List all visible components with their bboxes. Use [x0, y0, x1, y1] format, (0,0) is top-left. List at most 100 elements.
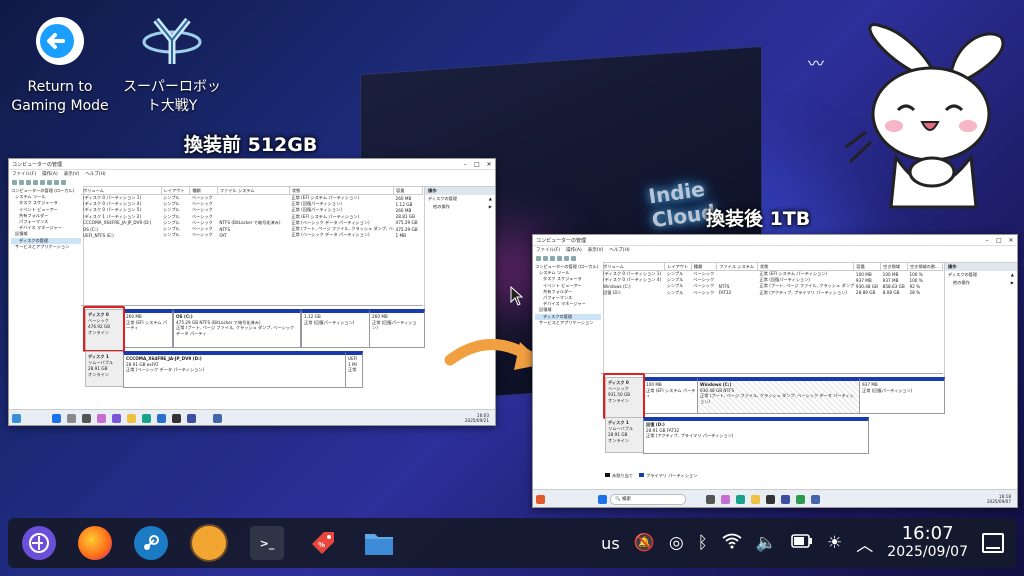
- settings-icon[interactable]: [61, 179, 66, 185]
- column-header[interactable]: ファイル システム: [716, 263, 759, 271]
- partition[interactable]: 1.12 GB 正常 (回復パーティション): [301, 309, 371, 348]
- column-header[interactable]: 状態: [757, 263, 855, 271]
- search-icon[interactable]: [67, 413, 76, 423]
- disk1-info[interactable]: ディスク 1 リムーバブル 28.91 GB オンライン: [85, 351, 125, 387]
- partition[interactable]: 260 MB 正常 (EFI システム パーティ: [123, 309, 173, 348]
- task-view-icon[interactable]: [82, 413, 91, 423]
- discount-tag-icon[interactable]: %: [306, 526, 340, 560]
- forward-icon[interactable]: [19, 179, 24, 185]
- desktop-clock[interactable]: 16:07 2025/09/07: [887, 524, 968, 562]
- column-header[interactable]: レイアウト: [664, 263, 692, 271]
- table-row[interactable]: (ディスク 0 パーティション 1) シンプル ベーシック 正常 (EFI システム …: [601, 271, 943, 278]
- menu-help[interactable]: ヘルプ(H): [85, 171, 105, 177]
- file-manager-icon[interactable]: [362, 526, 396, 560]
- action-item[interactable]: ディスクの管理 ▲: [425, 195, 495, 203]
- partition[interactable]: 937 MB 正常 (回復パーティション): [859, 377, 945, 414]
- column-header[interactable]: 種類: [691, 263, 718, 271]
- partition-usb[interactable]: CCCOMA_X64FRE_JA-JP_DV9 (D:) 28.91 GB exF…: [123, 351, 347, 388]
- partition-os[interactable]: OS (C:) 475.29 GB NTFS (BitLocker で暗号化済み)…: [173, 309, 301, 348]
- action-item[interactable]: ディスクの管理 ▲: [945, 271, 1017, 279]
- column-header[interactable]: ファイル システム: [217, 187, 290, 195]
- column-header[interactable]: 種類: [189, 187, 218, 195]
- computer-management-icon[interactable]: [213, 413, 222, 423]
- windows-clock[interactable]: 16:03 2025/09/21: [465, 413, 495, 423]
- maximize-button[interactable]: □: [471, 161, 483, 168]
- explorer-icon[interactable]: [751, 494, 760, 504]
- table-row[interactable]: (ディスク 0 パーティション 1) シンプル ベーシック 正常 (EFI システム …: [81, 195, 423, 202]
- title-bar[interactable]: コンピューターの管理 – □ ✕: [533, 235, 1017, 246]
- forward-icon[interactable]: [543, 255, 548, 261]
- volume-icon[interactable]: 🔈: [756, 533, 777, 553]
- app-icon[interactable]: [172, 413, 181, 423]
- minimize-button[interactable]: –: [981, 237, 993, 244]
- app-icon[interactable]: [112, 413, 121, 423]
- wifi-icon[interactable]: [722, 533, 742, 554]
- partition[interactable]: 100 MB 正常 (EFI システム パーティ: [643, 377, 699, 414]
- column-header[interactable]: 容量: [393, 187, 423, 195]
- back-icon[interactable]: [536, 255, 541, 261]
- tree-item[interactable]: サービスとアプリケーション: [535, 320, 601, 326]
- bluetooth-icon[interactable]: ᛒ: [698, 533, 708, 553]
- notifications-off-icon[interactable]: 🔕: [634, 533, 655, 553]
- store-icon[interactable]: [157, 413, 166, 423]
- edge-icon[interactable]: [736, 494, 745, 504]
- battery-icon[interactable]: [791, 533, 813, 553]
- menu-action[interactable]: 操作(A): [42, 171, 58, 177]
- action-item[interactable]: 他の操作 ▶: [425, 203, 495, 211]
- close-button[interactable]: ✕: [483, 161, 495, 168]
- table-row[interactable]: UEFI_NTFS (E:) シンプル ベーシック FAT 正常 (ベーシック データ …: [81, 232, 423, 238]
- steam-icon[interactable]: [134, 526, 168, 560]
- copilot-icon[interactable]: [97, 413, 106, 423]
- help-icon[interactable]: [564, 255, 569, 261]
- menu-view[interactable]: 表示(V): [588, 247, 604, 253]
- edge-icon[interactable]: [142, 413, 151, 423]
- menu-action[interactable]: 操作(A): [566, 247, 582, 253]
- up-icon[interactable]: [550, 255, 555, 261]
- widgets-icon[interactable]: [12, 413, 21, 423]
- steam-tray-icon[interactable]: ◎: [669, 533, 684, 553]
- delete-icon[interactable]: [54, 179, 59, 185]
- search-box[interactable]: 🔍 検索: [610, 493, 686, 505]
- tree-item[interactable]: サービスとアプリケーション: [11, 244, 81, 250]
- title-bar[interactable]: コンピューターの管理 – □ ✕: [9, 159, 495, 170]
- partition-uefi[interactable]: UEFI 1 MI 正常: [345, 351, 363, 388]
- app-icon[interactable]: [187, 413, 196, 423]
- start-icon[interactable]: [52, 413, 61, 423]
- table-row[interactable]: 回復 (D:) シンプル ベーシック FAT32 正常 (アクティブ, プライマリ パー…: [601, 290, 943, 296]
- partition-recovery[interactable]: 回復 (D:) 28.91 GB FAT32 正常 (アクティブ, プライマリ パー…: [643, 417, 869, 454]
- app-icon[interactable]: [706, 494, 715, 504]
- partition-windows[interactable]: Windows (C:) 930.48 GB NTFS 正常 (ブート, ページ フ…: [697, 377, 861, 414]
- column-header[interactable]: 空き領域: [880, 263, 908, 271]
- steam-deck-icon[interactable]: [22, 526, 56, 560]
- app-icon[interactable]: [766, 494, 775, 504]
- column-header[interactable]: 状態: [289, 187, 395, 195]
- brightness-icon[interactable]: ☀: [827, 533, 842, 553]
- column-header[interactable]: ボリューム: [81, 187, 162, 195]
- action-item[interactable]: 他の操作 ▶: [945, 279, 1017, 287]
- refresh-icon[interactable]: [47, 179, 52, 185]
- chevron-up-icon[interactable]: ︿: [856, 531, 873, 556]
- desktop-icon-return-to-gaming[interactable]: Return to Gaming Mode: [0, 14, 120, 116]
- up-icon[interactable]: [26, 179, 31, 185]
- widgets-icon[interactable]: [536, 494, 545, 504]
- column-header[interactable]: 空き領域の割...: [907, 263, 944, 271]
- minimize-button[interactable]: –: [459, 161, 471, 168]
- menu-view[interactable]: 表示(V): [64, 171, 80, 177]
- before-window[interactable]: コンピューターの管理 – □ ✕ ファイル(F) 操作(A) 表示(V) ヘルプ…: [8, 158, 496, 426]
- menu-file[interactable]: ファイル(F): [536, 247, 560, 253]
- menu-help[interactable]: ヘルプ(H): [609, 247, 629, 253]
- menu-file[interactable]: ファイル(F): [12, 171, 36, 177]
- properties-icon[interactable]: [557, 255, 562, 261]
- back-icon[interactable]: [12, 179, 17, 185]
- help-icon[interactable]: [40, 179, 45, 185]
- desktop-icon-super-robot-wars[interactable]: スーパーロボット大戦Y: [112, 14, 232, 116]
- partition[interactable]: 260 MB 正常 (回復パーティション): [369, 309, 425, 348]
- language-indicator[interactable]: us: [601, 534, 619, 553]
- firefox-icon[interactable]: [78, 526, 112, 560]
- copilot-icon[interactable]: [721, 494, 730, 504]
- start-icon[interactable]: [598, 494, 607, 504]
- refresh-icon[interactable]: [571, 255, 576, 261]
- terminal-icon[interactable]: >_: [250, 526, 284, 560]
- app-icon[interactable]: [796, 494, 805, 504]
- windows-clock[interactable]: 16:18 2025/09/07: [987, 494, 1017, 504]
